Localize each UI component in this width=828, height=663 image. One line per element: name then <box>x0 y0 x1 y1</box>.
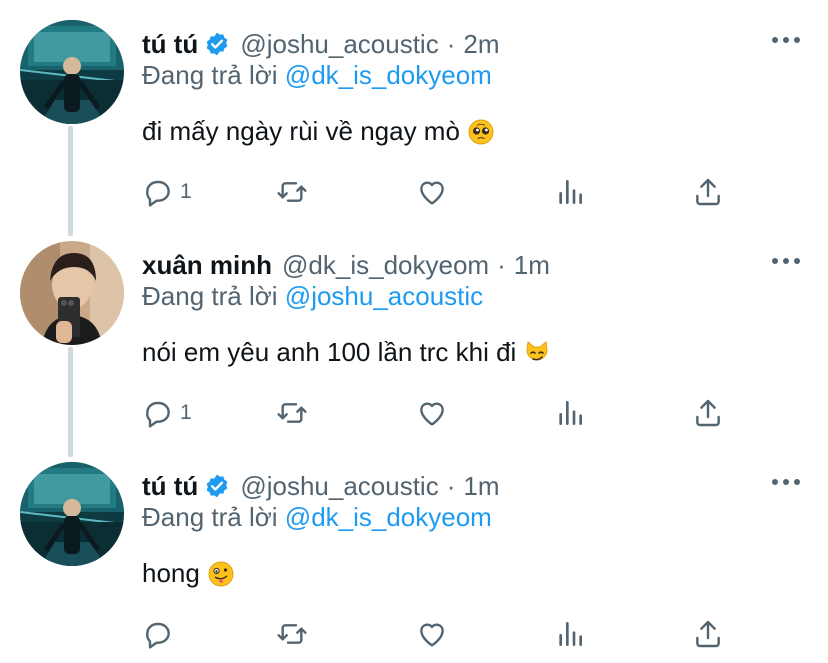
reply-count: 1 <box>180 401 192 424</box>
avatar[interactable] <box>20 462 124 566</box>
avatar-image <box>20 462 124 566</box>
replying-to: Đang trả lời @dk_is_dokyeom <box>142 60 492 91</box>
avatar-image <box>20 20 124 124</box>
tweet-text-content: đi mấy ngày rùi về ngay mò <box>142 116 460 146</box>
retweet-button[interactable] <box>276 393 308 433</box>
like-button[interactable] <box>416 172 448 212</box>
tweet-header: xuân minh @dk_is_dokyeom · 1m <box>142 245 550 285</box>
like-icon <box>420 623 444 647</box>
avatar-image <box>20 241 124 345</box>
more-icon[interactable] <box>772 251 800 271</box>
retweet-icon <box>277 403 307 423</box>
tweet-text-content: hong <box>142 558 200 588</box>
views-icon <box>559 180 582 204</box>
share-button[interactable] <box>692 393 724 433</box>
share-icon <box>696 620 720 648</box>
views-icon <box>559 401 582 425</box>
retweet-button[interactable] <box>276 614 308 654</box>
timestamp[interactable]: 1m <box>463 471 499 502</box>
avatar[interactable] <box>20 20 124 124</box>
reply-button[interactable] <box>142 614 180 654</box>
tweet-text: nói em yêu anh 100 lần trc khi đi <box>142 337 550 368</box>
retweet-icon <box>277 624 307 644</box>
display-name[interactable]: tú tú <box>142 29 198 60</box>
reply-button[interactable]: 1 <box>142 172 192 212</box>
reply-button[interactable]: 1 <box>142 393 192 433</box>
display-name[interactable]: xuân minh <box>142 250 272 281</box>
retweet-icon <box>277 182 307 202</box>
tweet-actions <box>142 614 742 654</box>
share-icon <box>696 178 720 206</box>
separator-dot: · <box>446 28 456 59</box>
reply-icon <box>146 180 170 207</box>
more-icon[interactable] <box>772 30 800 50</box>
verified-badge-icon <box>207 474 228 498</box>
user-handle[interactable]: @dk_is_dokyeom <box>282 250 489 281</box>
tweet-3[interactable]: tú tú @joshu_acoustic · 1m Đang trả lời … <box>0 442 828 663</box>
tweet-text-content: nói em yêu anh 100 lần trc khi đi <box>142 337 517 367</box>
reply-mention-link[interactable]: @dk_is_dokyeom <box>285 60 492 90</box>
timestamp[interactable]: 2m <box>463 29 499 60</box>
share-icon <box>696 399 720 427</box>
verified-badge-icon <box>207 32 228 56</box>
tweet-actions: 1 <box>142 172 742 212</box>
like-icon <box>420 402 444 426</box>
tweet-1[interactable]: tú tú @joshu_acoustic · 2m Đang trả lời … <box>0 0 828 221</box>
replying-to-label: Đang trả lời <box>142 502 278 532</box>
smirking-cat-emoji-icon <box>526 340 548 360</box>
replying-to-label: Đang trả lời <box>142 281 278 311</box>
views-button[interactable] <box>554 393 586 433</box>
tweet-header: tú tú @joshu_acoustic · 1m <box>142 466 500 506</box>
reply-mention-link[interactable]: @dk_is_dokyeom <box>285 502 492 532</box>
separator-dot: · <box>497 249 506 280</box>
pleading-face-emoji-icon <box>468 119 494 144</box>
reply-icon <box>146 401 170 428</box>
like-button[interactable] <box>416 614 448 654</box>
views-button[interactable] <box>554 614 586 654</box>
tweet-text: hong <box>142 558 234 589</box>
display-name[interactable]: tú tú <box>142 471 198 502</box>
views-button[interactable] <box>554 172 586 212</box>
tweet-actions: 1 <box>142 393 742 433</box>
tweet-text: đi mấy ngày rùi về ngay mò <box>142 116 494 147</box>
avatar[interactable] <box>20 241 124 345</box>
reply-count: 1 <box>180 180 192 203</box>
zany-face-emoji-icon <box>208 561 234 586</box>
retweet-button[interactable] <box>276 172 308 212</box>
reply-mention-link[interactable]: @joshu_acoustic <box>285 281 483 311</box>
timestamp[interactable]: 1m <box>514 250 550 281</box>
like-button[interactable] <box>416 393 448 433</box>
tweet-2[interactable]: xuân minh @dk_is_dokyeom · 1m Đang trả l… <box>0 221 828 442</box>
more-icon[interactable] <box>772 472 800 492</box>
like-icon <box>420 181 444 205</box>
share-button[interactable] <box>692 172 724 212</box>
tweet-header: tú tú @joshu_acoustic · 2m <box>142 24 500 64</box>
user-handle[interactable]: @joshu_acoustic <box>240 29 438 60</box>
views-icon <box>559 622 582 646</box>
reply-icon <box>146 622 170 649</box>
replying-to: Đang trả lời @joshu_acoustic <box>142 281 483 312</box>
separator-dot: · <box>446 470 456 501</box>
replying-to: Đang trả lời @dk_is_dokyeom <box>142 502 492 533</box>
user-handle[interactable]: @joshu_acoustic <box>240 471 438 502</box>
share-button[interactable] <box>692 614 724 654</box>
replying-to-label: Đang trả lời <box>142 60 278 90</box>
